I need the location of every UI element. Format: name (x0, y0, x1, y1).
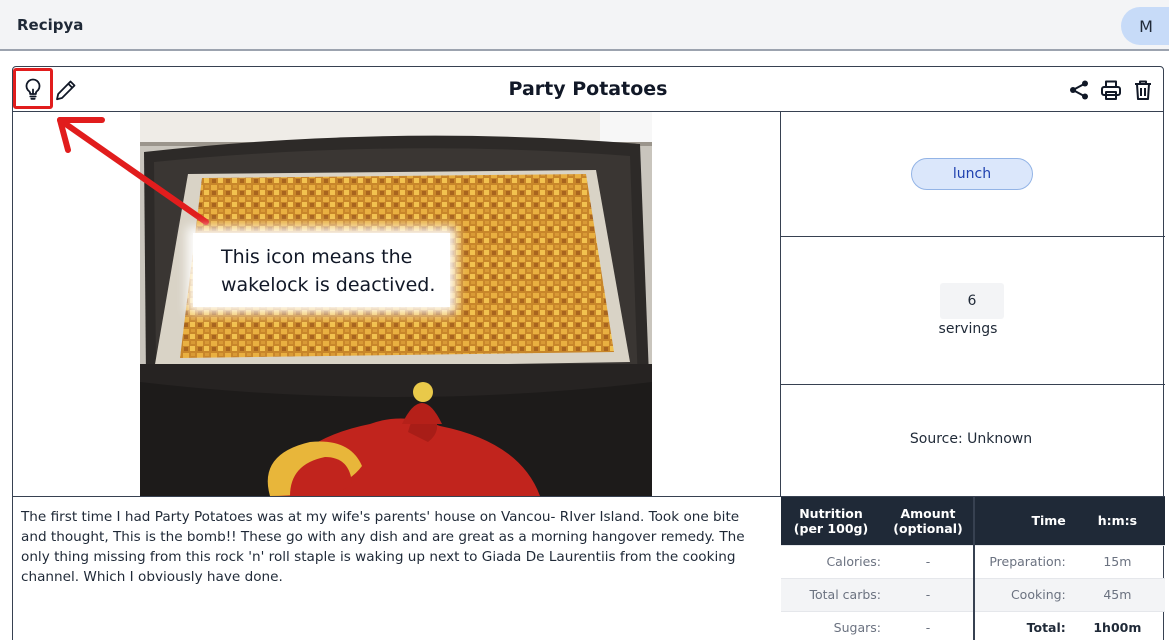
table-row: Calories: - (781, 544, 973, 578)
source-cell: Source: Unknown (781, 385, 1165, 497)
app-bar: Recipya M (0, 0, 1169, 51)
recipe-header: Party Potatoes (13, 67, 1163, 112)
table-row: Sugars: - (781, 610, 973, 640)
hms-header: h:m:s (1069, 497, 1165, 545)
time-label: Cooking: (974, 577, 1070, 611)
app-title[interactable]: Recipya (17, 16, 83, 34)
table-row: Cooking: 45m (974, 577, 1165, 611)
nutrition-label: Total carbs: (781, 577, 883, 611)
servings-input[interactable]: 6 (940, 283, 1004, 319)
nutrition-value: - (883, 610, 973, 640)
nutrition-label: Calories: (781, 544, 883, 578)
share-icon (1068, 79, 1090, 101)
time-value: 45m (1069, 577, 1165, 611)
table-row: Total: 1h00m (974, 610, 1165, 640)
time-table: Time h:m:s Preparation: 15m Cooking: 45m… (973, 497, 1165, 640)
print-button[interactable] (1098, 77, 1124, 103)
category-tag[interactable]: lunch (911, 158, 1033, 190)
category-cell: lunch (781, 112, 1165, 237)
annotation-callout: This icon means the wakelock is deactive… (193, 233, 450, 307)
recipe-title: Party Potatoes (508, 78, 668, 100)
time-value: 1h00m (1069, 610, 1165, 640)
avatar[interactable]: M (1121, 7, 1169, 45)
nutrition-table: Nutrition (per 100g) Amount (optional) C… (781, 497, 973, 640)
servings-label: servings (938, 321, 998, 337)
table-row: Preparation: 15m (974, 544, 1165, 578)
delete-button[interactable] (1130, 77, 1156, 103)
source-text: Source: Unknown (909, 431, 1033, 447)
servings-cell: 6 servings (781, 237, 1165, 385)
time-header: Time (974, 497, 1070, 545)
recipe-card: Party Potatoes The first time I had Part… (12, 66, 1165, 640)
share-button[interactable] (1066, 77, 1092, 103)
time-label: Preparation: (974, 544, 1070, 578)
recipe-description: The first time I had Party Potatoes was … (21, 509, 745, 585)
nutrition-header: Nutrition (per 100g) (781, 497, 883, 545)
trash-icon (1133, 79, 1153, 101)
table-row: Total carbs: - (781, 577, 973, 611)
amount-header: Amount (optional) (883, 497, 973, 545)
nutrition-value: - (883, 577, 973, 611)
printer-icon (1100, 79, 1122, 101)
time-value: 15m (1069, 544, 1165, 578)
time-label: Total: (974, 610, 1070, 640)
nutrition-label: Sugars: (781, 610, 883, 640)
nutrition-value: - (883, 544, 973, 578)
